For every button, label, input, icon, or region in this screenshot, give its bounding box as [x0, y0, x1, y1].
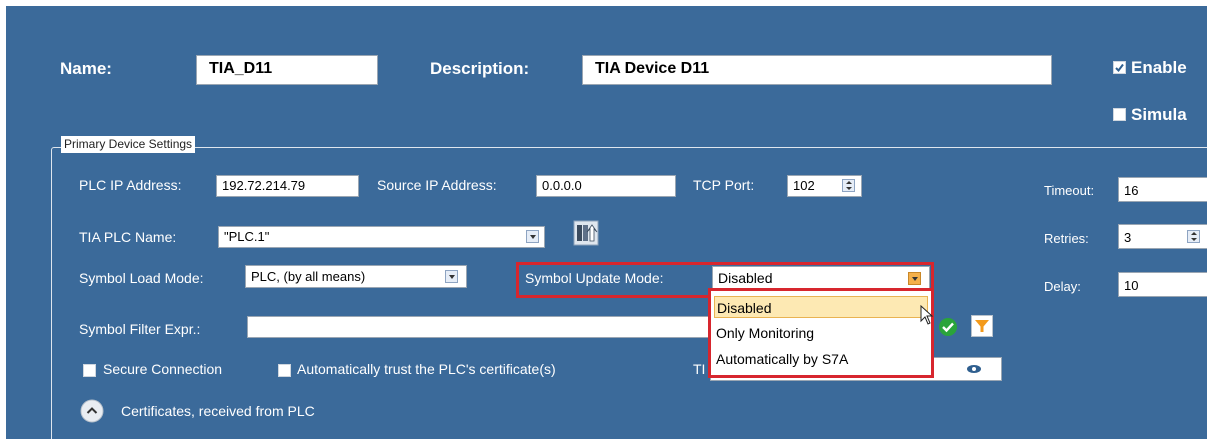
- simulate-checkbox[interactable]: [1113, 108, 1126, 121]
- apply-filter-button[interactable]: [938, 317, 958, 337]
- eye-icon[interactable]: [966, 364, 982, 374]
- secure-connection-checkbox[interactable]: [83, 364, 96, 377]
- dropdown-arrow-icon[interactable]: [526, 230, 539, 243]
- name-input[interactable]: TIA_D11: [196, 55, 378, 85]
- secure-connection-label: Secure Connection: [103, 361, 223, 377]
- trust-cert-label: Automatically trust the PLC's certificat…: [297, 361, 556, 377]
- dropdown-highlight: [708, 288, 934, 378]
- symbol-load-select[interactable]: PLC, (by all means): [245, 265, 467, 288]
- group-title: Primary Device Settings: [61, 136, 196, 153]
- enable-label: Enable: [1131, 58, 1187, 77]
- tcp-port-value: 102: [793, 178, 815, 193]
- delay-input[interactable]: 10: [1118, 272, 1207, 297]
- name-label: Name:: [60, 59, 112, 78]
- filter-button[interactable]: [971, 315, 993, 337]
- tia-plc-name-label: TIA PLC Name:: [79, 229, 177, 245]
- certificates-toggle[interactable]: [80, 399, 104, 423]
- filter-icon: [971, 315, 993, 337]
- timeout-label: Timeout:: [1044, 183, 1095, 198]
- symbol-load-value: PLC, (by all means): [251, 269, 366, 284]
- spinner-icon[interactable]: [842, 179, 855, 192]
- app-window: Name: TIA_D11 Description: TIA Device D1…: [0, 0, 1207, 439]
- symbol-update-label: Symbol Update Mode:: [525, 270, 664, 286]
- source-ip-label: Source IP Address:: [377, 177, 497, 193]
- plc-ip-input[interactable]: 192.72.214.79: [216, 175, 359, 197]
- checkbox-checked-icon: [1115, 63, 1124, 73]
- retries-value: 3: [1124, 230, 1132, 245]
- plc-ip-label: PLC IP Address:: [79, 177, 182, 193]
- delay-label: Delay:: [1044, 279, 1081, 294]
- symbol-filter-label: Symbol Filter Expr.:: [79, 321, 201, 337]
- simulate-label: Simula: [1131, 105, 1187, 124]
- description-label: Description:: [430, 59, 530, 78]
- source-ip-input[interactable]: 0.0.0.0: [536, 175, 676, 197]
- retries-stepper[interactable]: 3: [1118, 224, 1207, 249]
- browse-plc-icon: [573, 220, 599, 246]
- symbol-update-select[interactable]: Disabled: [712, 266, 930, 290]
- spinner-icon[interactable]: [1187, 230, 1200, 243]
- tia-plc-name-select[interactable]: "PLC.1": [218, 226, 545, 248]
- collapse-chevron-icon: [80, 399, 104, 423]
- timeout-input[interactable]: 16: [1118, 177, 1207, 202]
- apply-check-icon: [939, 318, 957, 336]
- enable-checkbox[interactable]: [1113, 61, 1126, 74]
- trust-cert-checkbox[interactable]: [278, 364, 291, 377]
- dropdown-arrow-icon[interactable]: [445, 270, 458, 283]
- ti-label-partial: TI: [693, 361, 706, 377]
- mouse-cursor-icon: [920, 305, 934, 325]
- symbol-load-label: Symbol Load Mode:: [79, 270, 204, 286]
- symbol-update-value: Disabled: [718, 270, 773, 286]
- retries-label: Retries:: [1044, 231, 1089, 246]
- tcp-port-label: TCP Port:: [693, 177, 755, 193]
- tia-plc-name-value: "PLC.1": [224, 229, 270, 244]
- tcp-port-stepper[interactable]: 102: [787, 175, 862, 197]
- dropdown-arrow-icon[interactable]: [908, 272, 921, 285]
- certificates-label: Certificates, received from PLC: [121, 403, 315, 419]
- browse-plc-button[interactable]: [573, 220, 599, 246]
- description-input[interactable]: TIA Device D11: [582, 55, 1052, 85]
